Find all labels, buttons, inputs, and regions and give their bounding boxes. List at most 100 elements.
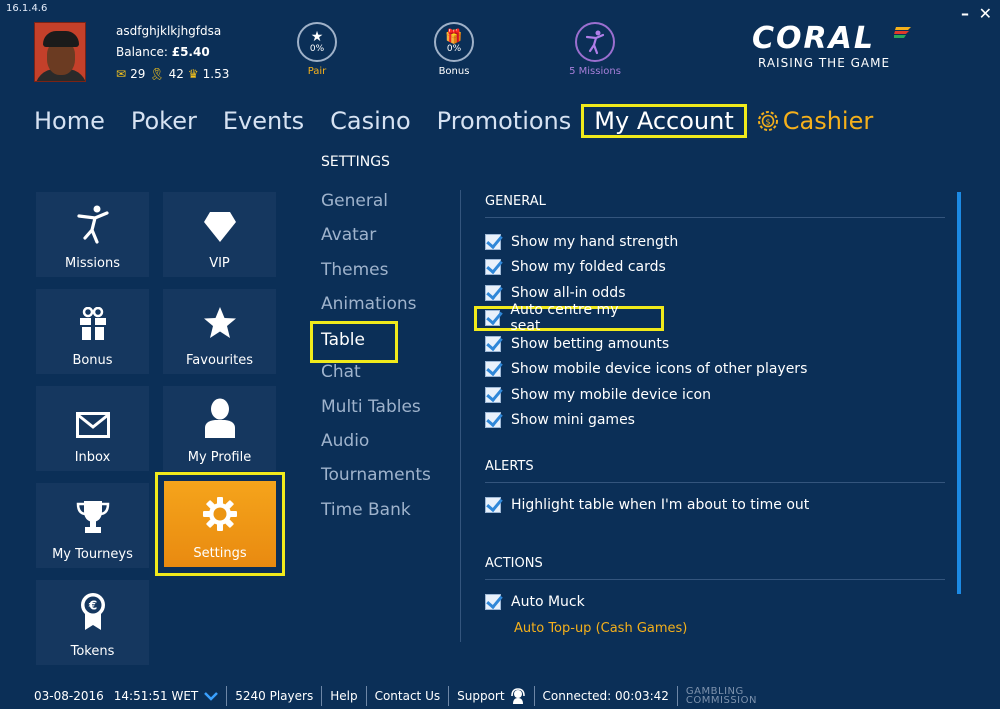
tile-my-tourneys[interactable]: My Tourneys	[36, 483, 149, 568]
tile-inbox[interactable]: Inbox	[36, 386, 149, 471]
bonus-stat[interactable]: 🎁 0% Bonus	[430, 22, 478, 77]
settings-item-table[interactable]: Table	[310, 321, 398, 364]
pair-stat[interactable]: ★ 0% Pair	[293, 22, 341, 77]
bonus-percent: 0%	[446, 44, 462, 54]
checkbox-checked[interactable]	[485, 310, 501, 327]
option-label: Show my mobile device icon	[511, 386, 711, 403]
checkbox-checked[interactable]	[485, 386, 501, 403]
euro-medal-icon: €	[80, 593, 105, 630]
checkbox-checked[interactable]	[485, 593, 501, 610]
tile-label: My Tourneys	[52, 547, 133, 562]
option-show-hand-strength[interactable]: Show my hand strength	[485, 229, 945, 255]
avatar[interactable]	[34, 22, 86, 82]
auto-topup-link[interactable]: Auto Top-up (Cash Games)	[514, 621, 945, 636]
missions-stat[interactable]: 5 Missions	[565, 22, 625, 77]
star-icon	[203, 307, 236, 338]
settings-item-animations[interactable]: Animations	[321, 291, 431, 325]
settings-item-avatar[interactable]: Avatar	[321, 222, 431, 256]
footer-help-link[interactable]: Help	[330, 689, 357, 703]
settings-title: SETTINGS	[321, 154, 390, 170]
option-show-other-device-icons[interactable]: Show mobile device icons of other player…	[485, 357, 945, 383]
gear-icon	[203, 497, 237, 531]
nav-home[interactable]: Home	[34, 107, 105, 135]
mail-count: 29	[130, 67, 146, 81]
tile-label: Bonus	[72, 353, 113, 368]
option-show-mini-games[interactable]: Show mini games	[485, 408, 945, 434]
option-auto-centre-seat[interactable]: Auto centre my seat	[474, 302, 664, 334]
separator	[365, 686, 367, 706]
settings-item-multi-tables[interactable]: Multi Tables	[321, 394, 431, 428]
option-label: Show all-in odds	[511, 284, 626, 301]
tile-favourites[interactable]: Favourites	[163, 289, 276, 374]
pair-label: Pair	[307, 66, 327, 77]
cashier-coin-icon: $	[757, 111, 778, 131]
balance: Balance: £5.40	[116, 45, 210, 59]
dancer-icon	[76, 205, 109, 244]
svg-text:$: $	[765, 118, 770, 127]
nav-events[interactable]: Events	[223, 107, 304, 135]
settings-item-tournaments[interactable]: Tournaments	[321, 462, 431, 496]
section-divider	[485, 217, 945, 218]
user-stats: ✉ 29 🎗 42 ♛ 1.53	[116, 67, 229, 81]
tile-settings[interactable]: Settings	[164, 481, 276, 567]
nav-promotions[interactable]: Promotions	[437, 107, 572, 135]
missions-circle	[575, 22, 615, 62]
settings-item-audio[interactable]: Audio	[321, 428, 431, 462]
footer-players: 5240 Players	[235, 689, 314, 703]
checkbox-checked[interactable]	[485, 496, 501, 513]
checkbox-checked[interactable]	[485, 284, 501, 301]
settings-item-chat[interactable]: Chat	[321, 359, 431, 393]
tile-label: Settings	[193, 546, 247, 561]
support-headset-icon[interactable]	[510, 688, 526, 704]
checkbox-checked[interactable]	[485, 233, 501, 250]
tile-tokens[interactable]: € Tokens	[36, 580, 149, 665]
tile-label: My Profile	[187, 450, 252, 465]
award-count: 42	[168, 67, 184, 81]
settings-item-time-bank[interactable]: Time Bank	[321, 497, 431, 531]
tile-vip[interactable]: VIP	[163, 192, 276, 277]
checkbox-checked[interactable]	[485, 259, 501, 276]
option-auto-muck[interactable]: Auto Muck	[485, 589, 945, 615]
bonus-progress-circle: 🎁 0%	[434, 22, 474, 62]
checkbox-checked[interactable]	[485, 335, 501, 352]
version-label: 16.1.4.6	[6, 3, 48, 14]
scrollbar[interactable]	[957, 192, 961, 594]
tile-label: Favourites	[186, 353, 253, 368]
nav-poker[interactable]: Poker	[131, 107, 197, 135]
settings-item-themes[interactable]: Themes	[321, 257, 431, 291]
tile-missions[interactable]: Missions	[36, 192, 149, 277]
tile-my-profile[interactable]: My Profile	[163, 386, 276, 471]
tile-label: Tokens	[70, 644, 115, 659]
flag-icon	[894, 27, 911, 38]
window-controls[interactable]: – ✕	[961, 4, 994, 23]
nav-cashier-label: Cashier	[782, 107, 874, 135]
option-label: Auto centre my seat	[510, 302, 619, 335]
nav-casino[interactable]: Casino	[330, 107, 411, 135]
chevron-down-icon[interactable]	[204, 691, 219, 701]
option-label: Show my hand strength	[511, 233, 679, 250]
actions-title: ACTIONS	[485, 556, 543, 571]
pair-progress-circle: ★ 0%	[297, 22, 337, 62]
option-show-my-device-icon[interactable]: Show my mobile device icon	[485, 382, 945, 408]
option-show-folded-cards[interactable]: Show my folded cards	[485, 255, 945, 281]
status-bar: 03-08-2016 14:51:51 WET 5240 Players Hel…	[34, 686, 757, 706]
gift-icon: 🎁	[445, 29, 463, 45]
section-divider	[485, 579, 945, 580]
checkbox-checked[interactable]	[485, 412, 501, 429]
footer-contact-link[interactable]: Contact Us	[375, 689, 441, 703]
option-label: Show mini games	[511, 412, 635, 429]
section-divider	[485, 482, 945, 483]
nav-my-account[interactable]: My Account	[581, 104, 747, 138]
option-label: Auto Muck	[511, 593, 585, 610]
settings-menu: General Avatar Themes Animations Table C…	[310, 188, 431, 531]
settings-item-general[interactable]: General	[321, 188, 431, 222]
footer-support-link[interactable]: Support	[457, 689, 504, 703]
general-section: GENERAL Show my hand strength Show my fo…	[474, 194, 945, 434]
option-label: Highlight table when I'm about to time o…	[511, 496, 810, 513]
option-show-betting-amounts[interactable]: Show betting amounts	[485, 331, 945, 357]
option-highlight-timeout[interactable]: Highlight table when I'm about to time o…	[485, 492, 945, 518]
tile-bonus[interactable]: Bonus	[36, 289, 149, 374]
checkbox-checked[interactable]	[485, 361, 501, 378]
diamond-icon	[203, 212, 236, 242]
nav-cashier[interactable]: $ Cashier	[757, 107, 873, 135]
